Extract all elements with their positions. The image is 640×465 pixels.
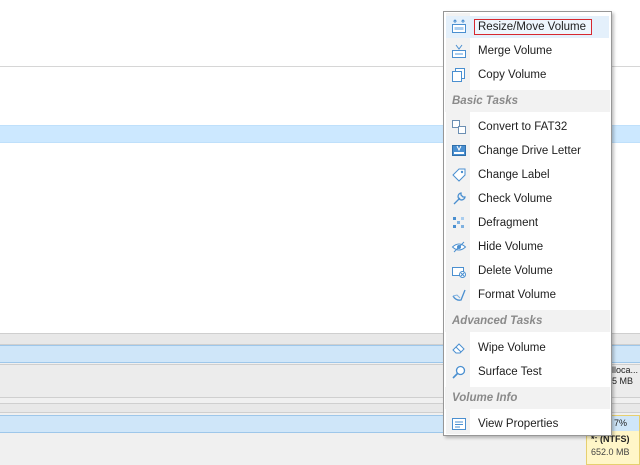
menu-item-copy-volume[interactable]: Copy Volume [446,64,609,86]
menu-item-label: Format Volume [478,289,556,301]
hide-eye-icon [451,239,467,255]
menu-header-advanced-tasks: Advanced Tasks [445,310,610,332]
unallocated-size: 5 MB [612,376,634,386]
convert-icon [451,119,467,135]
delete-icon [451,263,467,279]
menu-item-label: Convert to FAT32 [478,121,568,133]
menu-item-label: Resize/Move Volume [473,19,593,35]
magnifier-icon [451,364,467,380]
menu-header-basic-tasks: Basic Tasks [445,90,610,112]
menu-item-resize-move-volume[interactable]: Resize/Move Volume [446,16,609,38]
resize-move-icon [451,19,467,35]
drive-letter-icon [451,143,467,159]
unallocated-label: lloca... [612,365,639,375]
volume-context-menu: Resize/Move Volume Merge Volume Copy Vol… [443,11,612,436]
menu-header-volume-info: Volume Info [445,387,610,409]
menu-item-label: Delete Volume [478,265,553,277]
eraser-icon [451,340,467,356]
menu-item-defragment[interactable]: Defragment [446,212,609,234]
menu-item-hide-volume[interactable]: Hide Volume [446,236,609,258]
menu-item-delete-volume[interactable]: Delete Volume [446,260,609,282]
menu-item-label: Surface Test [478,366,542,378]
menu-item-label: Check Volume [478,193,553,205]
menu-item-change-label[interactable]: Change Label [446,164,609,186]
format-brush-icon [451,287,467,303]
menu-item-convert-to-fat32[interactable]: Convert to FAT32 [446,116,609,138]
menu-item-view-properties[interactable]: View Properties [446,413,609,435]
menu-item-merge-volume[interactable]: Merge Volume [446,40,609,62]
menu-item-surface-test[interactable]: Surface Test [446,361,609,383]
copy-icon [451,67,467,83]
menu-item-label: Copy Volume [478,69,547,81]
menu-item-label: Hide Volume [478,241,544,253]
unallocated-partition[interactable]: lloca... 5 MB [612,365,640,393]
properties-icon [451,416,467,432]
defragment-icon [451,215,467,231]
menu-item-check-volume[interactable]: Check Volume [446,188,609,210]
menu-item-label: Wipe Volume [478,342,546,354]
partition-size: 652.0 MB [591,447,630,457]
menu-item-label: Change Drive Letter [478,145,581,157]
menu-item-wipe-volume[interactable]: Wipe Volume [446,337,609,359]
menu-item-label: Merge Volume [478,45,553,57]
merge-icon [451,43,467,59]
label-tag-icon [451,167,467,183]
menu-item-label: Change Label [478,169,550,181]
menu-item-change-drive-letter[interactable]: Change Drive Letter [446,140,609,162]
menu-item-label: Defragment [478,217,539,229]
menu-item-label: View Properties [478,418,559,430]
wrench-icon [451,191,467,207]
menu-item-format-volume[interactable]: Format Volume [446,284,609,306]
